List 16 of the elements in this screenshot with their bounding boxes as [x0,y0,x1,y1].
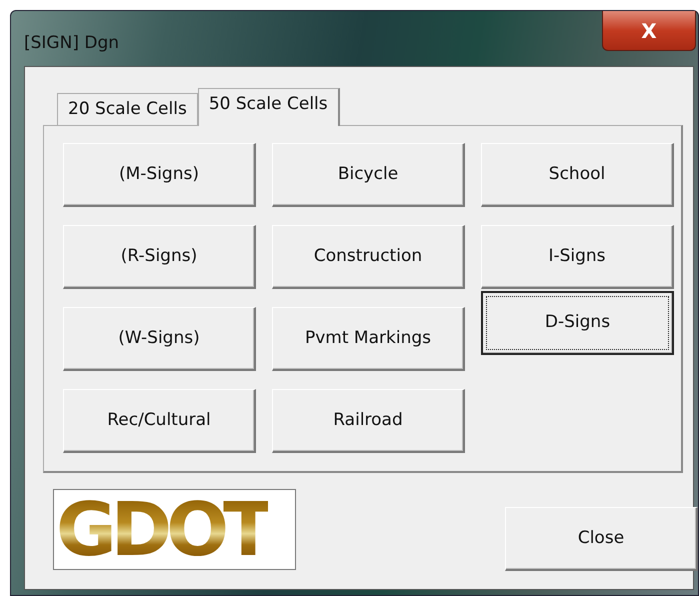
close-button[interactable]: Close [505,507,698,571]
window-title: [SIGN] Dgn [24,32,120,55]
category-button[interactable]: (R-Signs) [63,225,256,289]
category-button[interactable]: Rec/Cultural [63,389,256,453]
category-button[interactable]: Pvmt Markings [272,307,465,371]
close-button[interactable]: X [602,11,696,51]
category-button[interactable]: Railroad [272,389,465,453]
category-button[interactable]: Bicycle [272,143,465,207]
category-button[interactable]: I-Signs [481,225,674,289]
category-button[interactable]: (W-Signs) [63,307,256,371]
tab[interactable]: 20 Scale Cells [57,93,198,125]
category-button[interactable]: Construction [272,225,465,289]
tab[interactable]: 50 Scale Cells [198,88,340,126]
category-button[interactable]: (M-Signs) [63,143,256,207]
category-button[interactable]: D-Signs [481,291,674,355]
category-button[interactable]: School [481,143,674,207]
